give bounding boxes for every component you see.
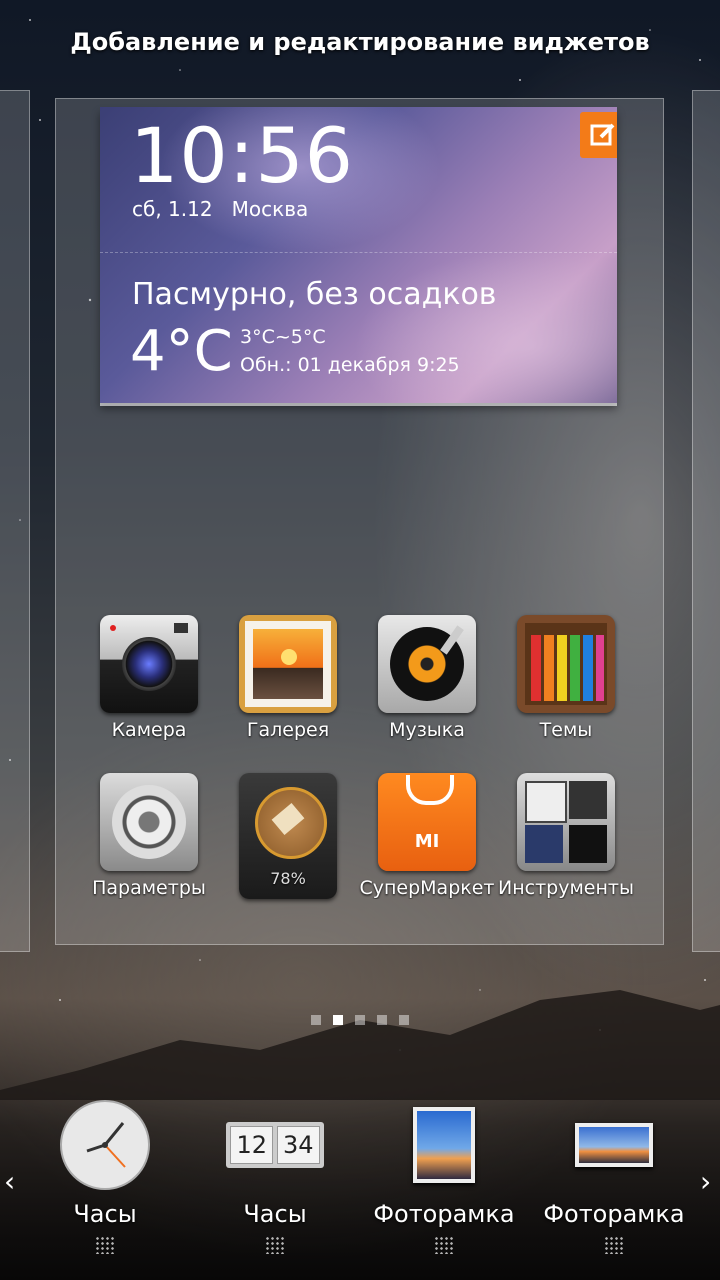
music-icon	[378, 615, 476, 713]
page-indicator	[0, 1010, 720, 1029]
drag-handle-icon[interactable]	[95, 1236, 115, 1254]
app-label: Камера	[111, 719, 187, 741]
analog-clock-icon	[20, 1100, 190, 1190]
weather-range: 3°C~5°C	[240, 326, 326, 348]
gallery-icon	[239, 615, 337, 713]
page-dot[interactable]	[311, 1015, 321, 1025]
widget-label: Фоторамка	[543, 1200, 685, 1228]
tray-prev-arrow[interactable]: ‹	[4, 1165, 15, 1198]
edit-icon[interactable]	[580, 112, 617, 158]
widget-flip-clock[interactable]: 12 34 Часы	[190, 1100, 360, 1254]
app-gallery[interactable]: Галерея	[218, 615, 358, 741]
widget-divider	[100, 252, 617, 253]
tray-next-arrow[interactable]: ›	[700, 1165, 711, 1198]
flip-clock-minutes: 34	[277, 1126, 320, 1164]
widget-label: Часы	[243, 1200, 307, 1228]
app-settings[interactable]: Параметры	[79, 773, 219, 899]
flip-clock-icon: 12 34	[190, 1100, 360, 1190]
app-themes[interactable]: Темы	[496, 615, 636, 741]
widget-label: Фоторамка	[373, 1200, 515, 1228]
app-label: 78%	[270, 869, 306, 888]
app-cleaner[interactable]: 78%	[218, 773, 358, 899]
clock-city: Москва	[231, 197, 309, 221]
market-badge: MI	[414, 831, 440, 852]
photo-frame-landscape-icon	[529, 1100, 699, 1190]
flip-clock-hours: 12	[230, 1126, 273, 1164]
app-tools[interactable]: Инструменты	[496, 773, 636, 899]
app-label: СуперМаркет	[359, 877, 495, 899]
page-dot-active[interactable]	[333, 1015, 343, 1025]
drag-handle-icon[interactable]	[434, 1236, 454, 1254]
weather-temperature: 4°C	[130, 319, 233, 384]
weather-widget[interactable]: 10:56 сб, 1.12 Москва Пасмурно, без осад…	[100, 107, 617, 403]
widget-photo-frame-landscape[interactable]: Фоторамка	[529, 1100, 699, 1254]
drag-handle-icon[interactable]	[265, 1236, 285, 1254]
page-dot[interactable]	[377, 1015, 387, 1025]
app-music[interactable]: Музыка	[357, 615, 497, 741]
app-label: Инструменты	[498, 877, 634, 899]
app-label: Параметры	[92, 877, 206, 899]
weather-updated: Обн.: 01 декабря 9:25	[240, 354, 460, 376]
widget-photo-frame-portrait[interactable]: Фоторамка	[359, 1100, 529, 1254]
app-market[interactable]: MI СуперМаркет	[357, 773, 497, 899]
page-dot[interactable]	[355, 1015, 365, 1025]
clock-date: сб, 1.12	[132, 197, 213, 221]
market-icon: MI	[378, 773, 476, 871]
previous-screen-panel[interactable]	[0, 90, 30, 952]
app-label: Темы	[539, 719, 593, 741]
app-label: Музыка	[389, 719, 465, 741]
widget-analog-clock[interactable]: Часы	[20, 1100, 190, 1254]
camera-icon	[100, 615, 198, 713]
page-title: Добавление и редактирование виджетов	[70, 28, 650, 56]
app-camera[interactable]: Камера	[79, 615, 219, 741]
widget-label: Часы	[73, 1200, 137, 1228]
page-dot[interactable]	[399, 1015, 409, 1025]
tools-icon	[517, 773, 615, 871]
photo-frame-portrait-icon	[359, 1100, 529, 1190]
weather-condition: Пасмурно, без осадков	[132, 277, 497, 312]
settings-icon	[100, 773, 198, 871]
themes-icon	[517, 615, 615, 713]
app-label: Галерея	[246, 719, 330, 741]
drag-handle-icon[interactable]	[604, 1236, 624, 1254]
next-screen-panel[interactable]	[692, 90, 720, 952]
clock-date-line: сб, 1.12 Москва	[132, 197, 308, 221]
clock-time: 10:56	[130, 111, 355, 200]
